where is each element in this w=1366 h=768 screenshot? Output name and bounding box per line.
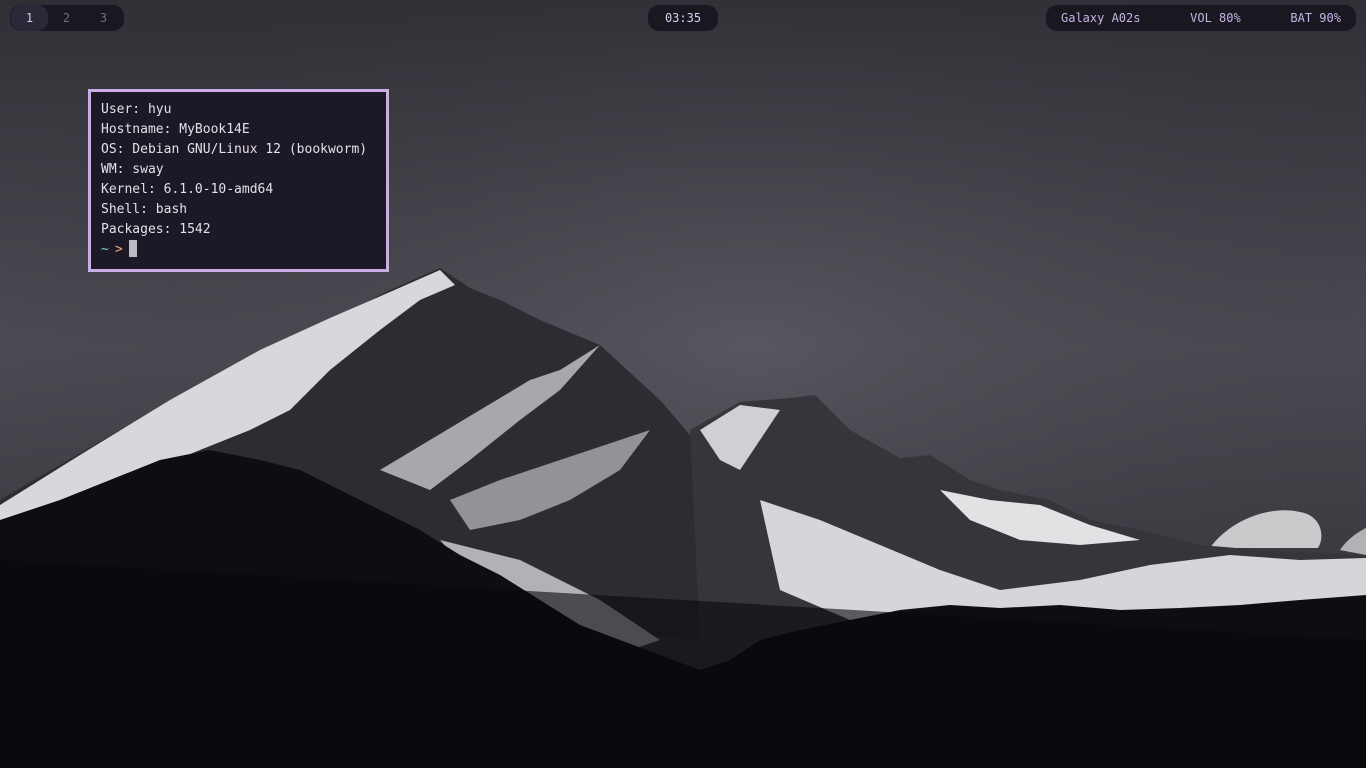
- fetch-os-line: OS: Debian GNU/Linux 12 (bookworm): [101, 142, 368, 157]
- fetch-kernel-line: Kernel: 6.1.0-10-amd64: [101, 182, 274, 197]
- workspace-1-button[interactable]: 1: [11, 5, 48, 31]
- fetch-wm-line: WM: sway: [101, 162, 164, 177]
- prompt-directory: ~: [101, 242, 109, 257]
- text-cursor: [128, 240, 137, 257]
- prompt-symbol: >: [114, 242, 123, 257]
- shell-prompt[interactable]: ~ >: [101, 240, 376, 260]
- fetch-hostname-line: Hostname: MyBook14E: [101, 122, 250, 137]
- volume-indicator[interactable]: VOL 80%: [1190, 11, 1241, 25]
- fetch-packages-line: Packages: 1542: [101, 222, 211, 237]
- device-indicator[interactable]: Galaxy A02s: [1061, 11, 1140, 25]
- battery-indicator[interactable]: BAT 90%: [1290, 11, 1341, 25]
- status-area: Galaxy A02s VOL 80% BAT 90%: [1046, 5, 1356, 31]
- workspace-3-button[interactable]: 3: [85, 5, 122, 31]
- clock-time: 03:35: [664, 11, 702, 25]
- terminal-window[interactable]: User: hyu Hostname: MyBook14E OS: Debian…: [88, 89, 389, 272]
- workspace-2-button[interactable]: 2: [48, 5, 85, 31]
- clock[interactable]: 03:35: [648, 5, 718, 31]
- fetch-shell-line: Shell: bash: [101, 202, 188, 217]
- workspace-switcher: 1 2 3: [10, 5, 124, 31]
- fetch-user-line: User: hyu: [101, 102, 172, 117]
